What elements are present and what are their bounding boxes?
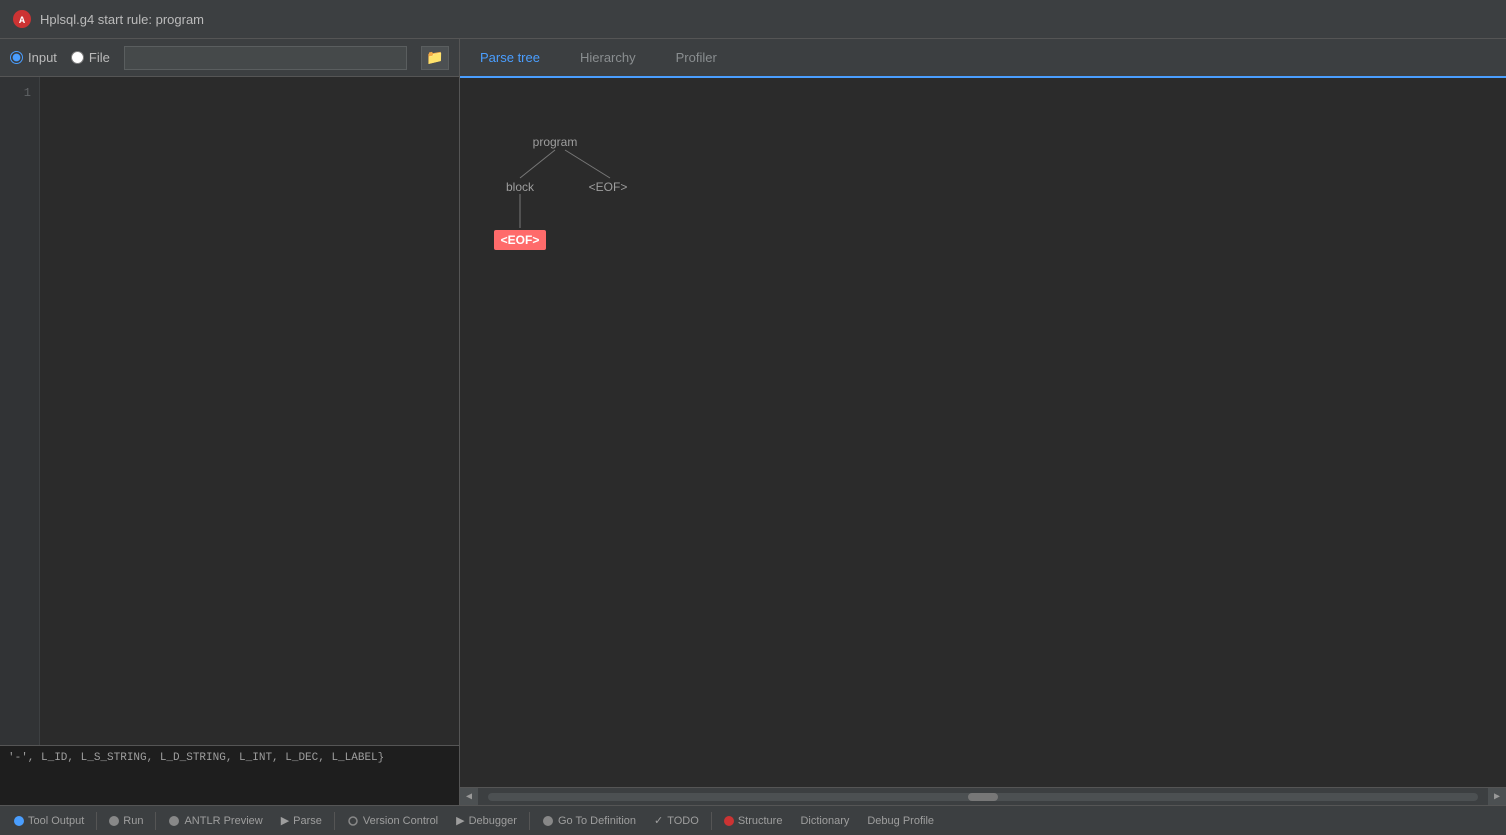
- taskbar-antlr-preview[interactable]: ANTLR Preview: [162, 813, 268, 829]
- window-title: Hplsql.g4 start rule: program: [40, 12, 204, 27]
- block-node-label: block: [506, 180, 535, 194]
- tree-line-program-block: [520, 150, 555, 178]
- title-bar: A Hplsql.g4 start rule: program: [0, 0, 1506, 39]
- parse-icon: ▶: [281, 814, 289, 827]
- scroll-left-button[interactable]: ◀: [460, 788, 478, 806]
- taskbar-run[interactable]: Run: [103, 813, 149, 829]
- svg-text:A: A: [19, 16, 25, 27]
- scroll-right-button[interactable]: ▶: [1488, 788, 1506, 806]
- program-node-label: program: [533, 135, 578, 149]
- file-browse-button[interactable]: 📁: [421, 46, 449, 70]
- antlr-preview-icon: [168, 815, 180, 827]
- tab-parse-tree[interactable]: Parse tree: [460, 39, 560, 78]
- scrollbar-track[interactable]: [488, 793, 1478, 801]
- line-numbers: 1: [0, 77, 40, 745]
- scrollbar-thumb[interactable]: [968, 793, 998, 801]
- file-radio-label[interactable]: File: [71, 50, 110, 65]
- taskbar-todo[interactable]: ✓ TODO: [648, 812, 705, 829]
- tree-node-eof2-highlighted[interactable]: <EOF>: [494, 230, 546, 250]
- taskbar-structure[interactable]: Structure: [718, 813, 789, 829]
- tabs-bar: Parse tree Hierarchy Profiler: [460, 39, 1506, 78]
- taskbar-dictionary[interactable]: Dictionary: [794, 813, 855, 829]
- input-radio[interactable]: [10, 51, 23, 64]
- tree-node-block: block: [506, 180, 535, 194]
- tree-svg: program block <EOF> <EOF>: [490, 118, 790, 298]
- tree-container: program block <EOF> <EOF>: [490, 118, 790, 302]
- taskbar-version-control[interactable]: Version Control: [341, 813, 444, 829]
- taskbar-divider-5: [711, 812, 712, 830]
- version-control-icon: [347, 815, 359, 827]
- file-path-input[interactable]: [124, 46, 407, 70]
- eof2-node-label: <EOF>: [501, 233, 540, 247]
- structure-dot: [724, 816, 734, 826]
- eof1-node-label: <EOF>: [589, 180, 628, 194]
- debugger-icon: ▶: [456, 814, 464, 827]
- run-dot: [109, 816, 119, 826]
- taskbar-debug-profile[interactable]: Debug Profile: [861, 813, 940, 829]
- status-text: '-', L_ID, L_S_STRING, L_D_STRING, L_INT…: [8, 752, 384, 764]
- parse-tree-area: program block <EOF> <EOF>: [460, 78, 1506, 787]
- taskbar-tool-output[interactable]: Tool Output: [8, 813, 90, 829]
- line-number-1: 1: [0, 83, 31, 103]
- taskbar: Tool Output Run ANTLR Preview ▶ Parse Ve…: [0, 805, 1506, 835]
- antlr-logo-icon: A: [12, 9, 32, 29]
- right-panel: Parse tree Hierarchy Profiler: [460, 39, 1506, 805]
- left-status-bar: '-', L_ID, L_S_STRING, L_D_STRING, L_INT…: [0, 745, 459, 805]
- tool-output-dot: [14, 816, 24, 826]
- code-textarea[interactable]: [40, 77, 459, 745]
- tree-line-program-eof1: [565, 150, 610, 178]
- tree-node-eof1: <EOF>: [589, 180, 628, 194]
- code-editor: 1: [0, 77, 459, 745]
- taskbar-parse[interactable]: ▶ Parse: [275, 812, 328, 829]
- taskbar-divider-2: [155, 812, 156, 830]
- taskbar-divider-3: [334, 812, 335, 830]
- taskbar-divider-4: [529, 812, 530, 830]
- input-radio-label[interactable]: Input: [10, 50, 57, 65]
- left-panel: Input File 📁 1 '-', L_ID, L_S_STRING, L_…: [0, 39, 460, 805]
- file-radio[interactable]: [71, 51, 84, 64]
- taskbar-go-to-definition[interactable]: Go To Definition: [536, 813, 642, 829]
- tab-profiler[interactable]: Profiler: [656, 39, 737, 78]
- input-file-bar: Input File 📁: [0, 39, 459, 77]
- radio-group: Input File: [10, 50, 110, 65]
- main-area: Input File 📁 1 '-', L_ID, L_S_STRING, L_…: [0, 39, 1506, 805]
- taskbar-divider-1: [96, 812, 97, 830]
- todo-icon: ✓: [654, 814, 663, 827]
- go-to-def-icon: [542, 815, 554, 827]
- tab-hierarchy[interactable]: Hierarchy: [560, 39, 656, 78]
- taskbar-debugger[interactable]: ▶ Debugger: [450, 812, 523, 829]
- horizontal-scrollbar[interactable]: ◀ ▶: [460, 787, 1506, 805]
- folder-icon: 📁: [426, 49, 443, 66]
- tree-node-program: program: [533, 135, 578, 149]
